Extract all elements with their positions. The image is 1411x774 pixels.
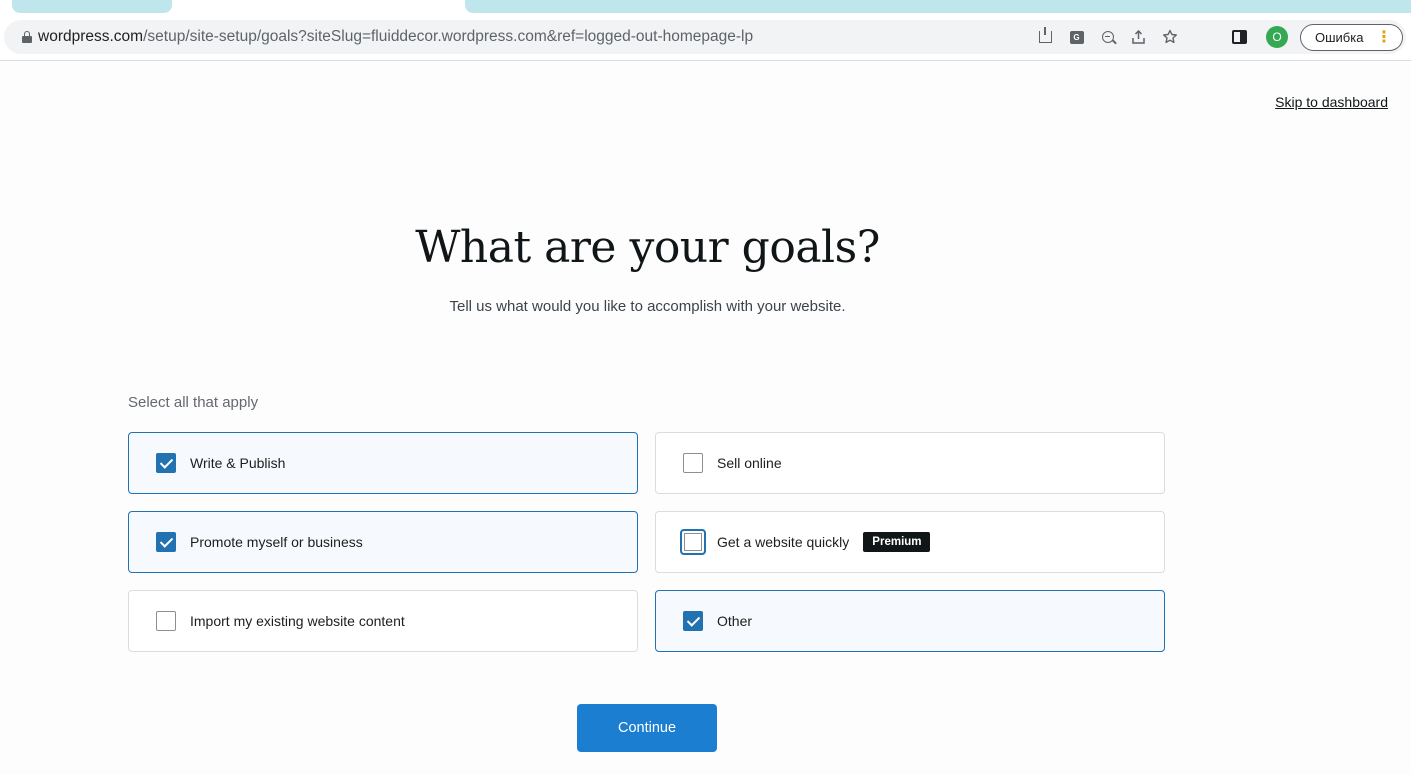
lock-icon[interactable]	[22, 31, 32, 43]
error-button-label: Ошибка	[1315, 30, 1364, 45]
goal-option-website-quickly[interactable]: Get a website quickly Premium	[655, 511, 1165, 573]
tab-strip	[12, 0, 172, 13]
side-panel-icon[interactable]	[1232, 30, 1247, 44]
goal-label: Sell online	[717, 455, 782, 471]
url-text[interactable]: wordpress.com/setup/site-setup/goals?sit…	[38, 20, 753, 54]
checkbox[interactable]	[683, 453, 703, 473]
skip-to-dashboard-link[interactable]: Skip to dashboard	[1275, 94, 1388, 110]
goal-option-promote[interactable]: Promote myself or business	[128, 511, 638, 573]
goal-option-other[interactable]: Other	[655, 590, 1165, 652]
translate-icon[interactable]: G	[1061, 20, 1092, 54]
goal-label: Promote myself or business	[190, 534, 363, 550]
zoom-out-icon[interactable]	[1092, 20, 1123, 54]
browser-chrome: wordpress.com/setup/site-setup/goals?sit…	[0, 0, 1411, 61]
tab-strip	[465, 0, 1411, 13]
goal-label: Get a website quickly	[717, 534, 850, 550]
goal-option-write-publish[interactable]: Write & Publish	[128, 432, 638, 494]
goal-label: Other	[717, 613, 753, 629]
checkbox[interactable]	[156, 611, 176, 631]
page-subtitle: Tell us what would you like to accomplis…	[449, 298, 846, 315]
goal-label: Write & Publish	[190, 455, 286, 471]
checkbox[interactable]	[680, 529, 706, 555]
goal-option-import[interactable]: Import my existing website content	[128, 590, 638, 652]
goal-option-sell-online[interactable]: Sell online	[655, 432, 1165, 494]
goal-label: Import my existing website content	[190, 613, 405, 629]
page-content: Skip to dashboard What are your goals? T…	[0, 62, 1411, 774]
bookmark-star-icon[interactable]	[1154, 20, 1185, 54]
continue-button[interactable]: Continue	[577, 704, 717, 752]
share-icon[interactable]	[1123, 20, 1154, 54]
page-title: What are your goals?	[415, 222, 880, 273]
install-icon[interactable]	[1030, 20, 1061, 54]
premium-badge: Premium	[863, 532, 930, 552]
address-bar[interactable]: wordpress.com/setup/site-setup/goals?sit…	[4, 20, 1406, 54]
checkbox[interactable]	[156, 532, 176, 552]
checkbox[interactable]	[683, 611, 703, 631]
checkbox[interactable]	[156, 453, 176, 473]
more-menu-icon[interactable]: ⋮	[1376, 25, 1392, 50]
select-all-label: Select all that apply	[128, 394, 259, 411]
error-button[interactable]: Ошибка ⋮	[1300, 24, 1403, 51]
profile-avatar[interactable]: O	[1266, 26, 1288, 48]
